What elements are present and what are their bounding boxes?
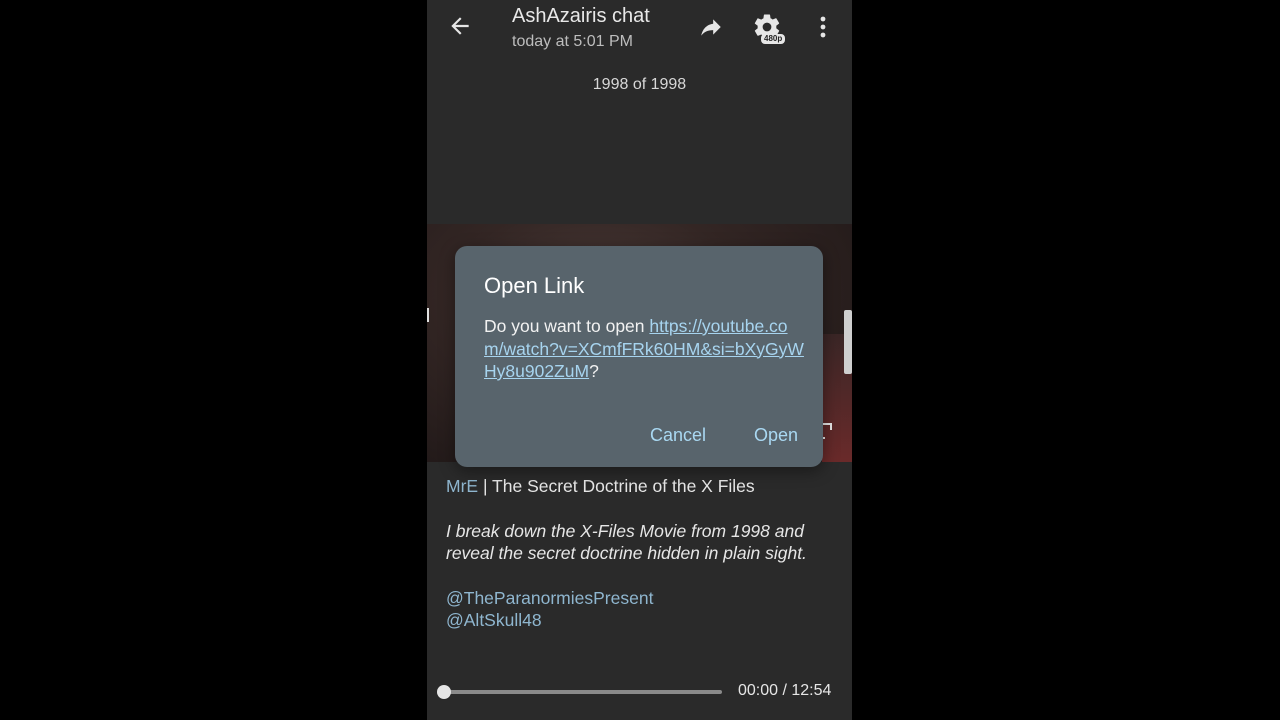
edge-marker [427,308,429,322]
mentions: @TheParanormiesPresent @AltSkull48 [446,587,836,632]
caption: MrE | The Secret Doctrine of the X Files… [446,475,836,632]
share-icon[interactable] [698,14,724,40]
seek-bar[interactable] [437,682,723,702]
open-link-dialog: Open Link Do you want to open https://yo… [455,246,823,467]
dialog-suffix: ? [589,361,599,381]
back-arrow-icon[interactable] [447,13,473,39]
video-title: The Secret Doctrine of the X Files [492,476,755,496]
quality-badge: 480p [761,34,786,44]
playback-time: 00:00 / 12:54 [738,682,832,699]
cancel-button[interactable]: Cancel [650,425,706,446]
dialog-message: Do you want to open https://youtube.com/… [484,315,804,383]
scroll-handle[interactable] [844,310,852,374]
open-button[interactable]: Open [754,425,798,446]
viewer-screen: AshAzairis chat today at 5:01 PM 480p 19… [427,0,852,720]
timestamp: today at 5:01 PM [512,33,633,50]
video-description: I break down the X-Files Movie from 1998… [446,520,807,564]
seek-thumb[interactable] [437,685,451,699]
dialog-title: Open Link [484,273,585,298]
dialog-prefix: Do you want to open [484,316,650,336]
seek-track[interactable] [443,690,722,694]
more-vert-icon[interactable] [813,14,833,40]
mention-link[interactable]: @TheParanormiesPresent [446,587,836,610]
caption-separator: | [478,476,493,496]
media-counter: 1998 of 1998 [592,76,687,93]
caption-title-line: MrE | The Secret Doctrine of the X Files [446,475,836,498]
mention-link[interactable]: @AltSkull48 [446,609,836,632]
author-link[interactable]: MrE [446,476,478,496]
top-bar: AshAzairis chat today at 5:01 PM 480p [427,0,852,60]
chat-title: AshAzairis chat [512,5,650,27]
